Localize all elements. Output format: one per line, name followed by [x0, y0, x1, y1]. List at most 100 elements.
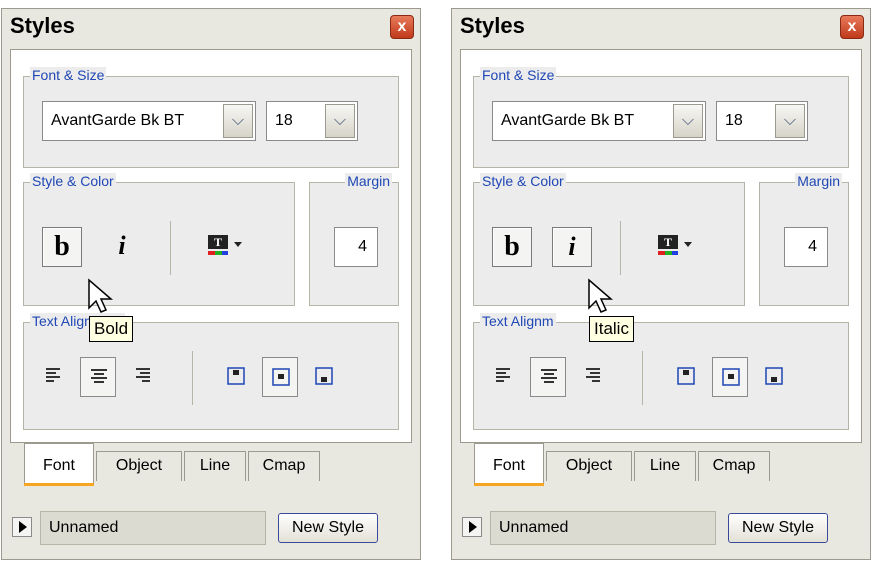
svg-text:T: T — [214, 235, 222, 249]
bold-label: b — [54, 231, 70, 262]
new-style-button[interactable]: New Style — [278, 513, 378, 543]
font-size-group: Font & Size AvantGarde Bk BT ⌵ 18 ⌵ — [23, 67, 399, 168]
style-name-bar: Unnamed New Style — [460, 509, 862, 553]
tab-line[interactable]: Line — [184, 451, 246, 481]
tab-cmap[interactable]: Cmap — [248, 451, 320, 481]
separator — [192, 351, 193, 405]
margin-group: Margin 4 — [309, 173, 399, 306]
close-button[interactable]: x — [390, 15, 414, 39]
style-color-group: Style & Color b i T — [23, 173, 295, 306]
text-color-button[interactable]: T — [204, 227, 252, 267]
panel-title: Styles — [460, 13, 525, 38]
font-name-value: AvantGarde Bk BT — [501, 112, 635, 129]
new-style-button[interactable]: New Style — [728, 513, 828, 543]
font-size-select[interactable]: 18 ⌵ — [716, 101, 808, 141]
valign-top-button[interactable] — [218, 357, 254, 397]
align-center-icon — [91, 369, 107, 383]
align-right-button[interactable] — [124, 357, 160, 397]
play-icon — [19, 521, 27, 533]
tooltip: Italic — [589, 316, 634, 342]
tab-line[interactable]: Line — [634, 451, 696, 481]
bold-button[interactable]: b — [492, 227, 532, 267]
margin-group-label: Margin — [795, 173, 842, 189]
valign-middle-button[interactable] — [712, 357, 748, 397]
separator — [620, 221, 621, 275]
chevron-down-icon[interactable]: ⌵ — [775, 104, 805, 138]
font-size-group: Font & Size AvantGarde Bk BT ⌵ 18 ⌵ — [473, 67, 849, 168]
italic-label: i — [118, 231, 126, 260]
font-tab-content: Font & Size AvantGarde Bk BT ⌵ 18 ⌵ Styl… — [460, 49, 862, 443]
align-right-icon — [586, 368, 600, 382]
svg-text:T: T — [664, 235, 672, 249]
close-button[interactable]: x — [840, 15, 864, 39]
cursor-icon — [88, 278, 114, 313]
valign-bottom-icon — [315, 367, 333, 385]
bold-button[interactable]: b — [42, 227, 82, 267]
align-left-button[interactable] — [486, 357, 522, 397]
font-size-group-label: Font & Size — [480, 67, 557, 83]
text-color-button[interactable]: T — [654, 227, 702, 267]
font-tab-content: Font & Size AvantGarde Bk BT ⌵ 18 ⌵ Styl… — [10, 49, 412, 443]
valign-top-icon — [227, 367, 245, 385]
style-name-field[interactable]: Unnamed — [40, 511, 266, 545]
text-color-icon: T — [658, 235, 692, 255]
valign-middle-button[interactable] — [262, 357, 298, 397]
font-size-group-label: Font & Size — [30, 67, 107, 83]
chevron-down-icon[interactable]: ⌵ — [223, 104, 253, 138]
valign-middle-icon — [272, 368, 290, 386]
styles-panel-right: Styles x Font & Size AvantGarde Bk BT ⌵ … — [451, 8, 871, 560]
separator — [170, 221, 171, 275]
tooltip: Bold — [89, 316, 134, 342]
tab-font[interactable]: Font — [474, 443, 544, 486]
tab-object[interactable]: Object — [546, 451, 632, 481]
style-color-group-label: Style & Color — [30, 173, 116, 189]
font-name-select[interactable]: AvantGarde Bk BT ⌵ — [42, 101, 256, 141]
play-icon — [469, 521, 477, 533]
italic-button[interactable]: i — [552, 227, 592, 267]
font-size-value: 18 — [275, 112, 293, 129]
font-size-select[interactable]: 18 ⌵ — [266, 101, 358, 141]
text-alignment-group-label: Text Alignm — [480, 313, 556, 329]
chevron-down-icon[interactable]: ⌵ — [673, 104, 703, 138]
align-right-button[interactable] — [574, 357, 610, 397]
text-alignment-group: Text Alignment — [23, 313, 399, 430]
italic-button[interactable]: i — [102, 227, 142, 267]
expand-button[interactable] — [12, 517, 32, 537]
align-center-icon — [541, 369, 557, 383]
style-name-field[interactable]: Unnamed — [490, 511, 716, 545]
tab-cmap[interactable]: Cmap — [698, 451, 770, 481]
separator — [642, 351, 643, 405]
close-icon: x — [847, 18, 857, 35]
styles-panel-left: Styles x Font & Size AvantGarde Bk BT ⌵ … — [1, 8, 421, 560]
align-left-button[interactable] — [36, 357, 72, 397]
valign-top-button[interactable] — [668, 357, 704, 397]
style-color-group-label: Style & Color — [480, 173, 566, 189]
font-size-value: 18 — [725, 112, 743, 129]
tab-object[interactable]: Object — [96, 451, 182, 481]
close-icon: x — [397, 18, 407, 35]
align-center-button[interactable] — [530, 357, 566, 397]
chevron-down-icon[interactable]: ⌵ — [325, 104, 355, 138]
font-name-select[interactable]: AvantGarde Bk BT ⌵ — [492, 101, 706, 141]
panel-title: Styles — [10, 13, 75, 38]
bold-label: b — [504, 231, 520, 262]
text-alignment-group: Text Alignm — [473, 313, 849, 430]
valign-bottom-icon — [765, 367, 783, 385]
valign-top-icon — [677, 367, 695, 385]
align-left-icon — [496, 368, 510, 382]
valign-bottom-button[interactable] — [306, 357, 342, 397]
align-center-button[interactable] — [80, 357, 116, 397]
align-left-icon — [46, 368, 60, 382]
expand-button[interactable] — [462, 517, 482, 537]
valign-middle-icon — [722, 368, 740, 386]
style-name-bar: Unnamed New Style — [10, 509, 412, 553]
italic-label: i — [568, 232, 576, 261]
valign-bottom-button[interactable] — [756, 357, 792, 397]
align-right-icon — [136, 368, 150, 382]
margin-input[interactable]: 4 — [334, 227, 378, 267]
title-bar: Styles x — [452, 9, 870, 47]
margin-group: Margin 4 — [759, 173, 849, 306]
tab-font[interactable]: Font — [24, 443, 94, 486]
title-bar: Styles x — [2, 9, 420, 47]
margin-input[interactable]: 4 — [784, 227, 828, 267]
